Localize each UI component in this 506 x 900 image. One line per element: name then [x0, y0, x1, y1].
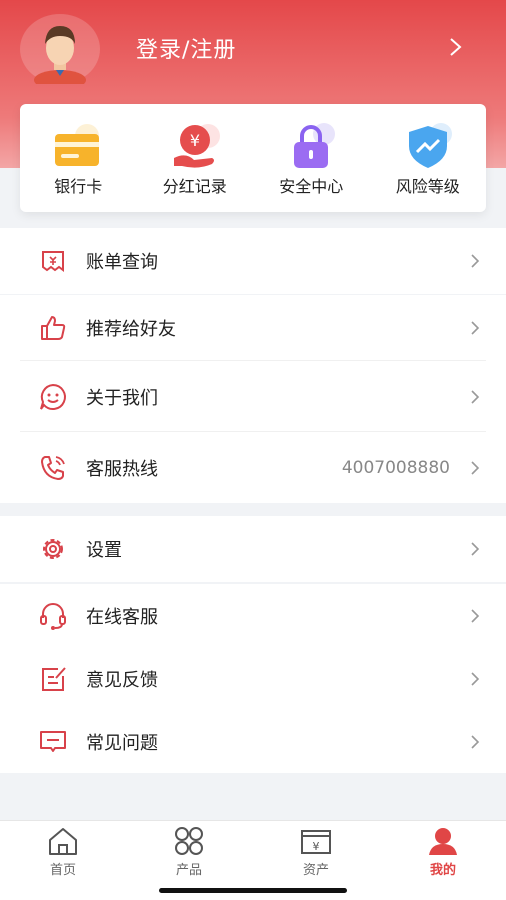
chevron-right-icon[interactable] — [445, 36, 465, 58]
menu-item-faq[interactable]: 常见问题 — [0, 710, 506, 773]
menu-item-bill-query[interactable]: 账单查询 — [0, 228, 506, 294]
menu-label: 常见问题 — [86, 732, 158, 754]
quick-label: 银行卡 — [54, 177, 103, 196]
menu-label: 账单查询 — [86, 252, 158, 273]
menu-label: 意见反馈 — [86, 669, 158, 691]
avatar-icon — [34, 26, 86, 90]
tab-profile[interactable]: 我的 — [380, 821, 506, 881]
faq-icon — [40, 730, 66, 752]
quick-item-risk-level[interactable]: 风险等级 — [370, 104, 487, 212]
chevron-right-icon — [471, 460, 480, 475]
chevron-right-icon — [471, 608, 480, 623]
menu-group-1b: 推荐给好友 关于我们 客服热线 4007008880 — [0, 295, 506, 503]
menu-label: 推荐给好友 — [86, 319, 176, 340]
tab-home[interactable]: 首页 — [0, 821, 126, 881]
quick-item-security[interactable]: 安全中心 — [253, 104, 370, 212]
chevron-right-icon — [471, 671, 480, 686]
quick-item-dividend[interactable]: ¥ 分红记录 — [137, 104, 254, 212]
menu-item-recommend[interactable]: 推荐给好友 — [0, 295, 506, 361]
menu-group-2b: 在线客服 意见反馈 常见问题 — [0, 584, 506, 773]
thumbs-up-icon — [41, 316, 66, 340]
quick-label: 安全中心 — [279, 177, 344, 196]
tab-label: 首页 — [49, 863, 76, 878]
assets-icon: ¥ — [301, 830, 331, 854]
home-indicator — [159, 888, 347, 893]
tab-label: 产品 — [175, 863, 202, 878]
phone-icon — [41, 455, 65, 480]
lock-icon — [294, 123, 336, 168]
chevron-right-icon — [471, 542, 480, 556]
menu-label: 客服热线 — [86, 458, 158, 480]
menu-label: 关于我们 — [86, 387, 158, 409]
svg-text:¥: ¥ — [190, 131, 200, 150]
avatar[interactable] — [20, 14, 100, 90]
feedback-icon — [42, 666, 66, 691]
quick-label: 风险等级 — [395, 177, 460, 196]
dividend-icon: ¥ — [173, 124, 220, 168]
menu-item-settings[interactable]: 设置 — [0, 516, 506, 582]
menu-group-2: 设置 — [0, 516, 506, 582]
chevron-right-icon — [471, 389, 480, 404]
menu-item-about-us[interactable]: 关于我们 — [0, 361, 506, 432]
chevron-right-icon — [471, 321, 480, 335]
shield-chart-icon — [408, 123, 452, 168]
smile-chat-icon — [40, 383, 66, 410]
quick-label: 分红记录 — [162, 177, 227, 196]
menu-group-1: 账单查询 — [0, 228, 506, 294]
tab-label: 我的 — [429, 863, 456, 878]
quick-item-bank-card[interactable]: 银行卡 — [20, 104, 137, 212]
products-icon — [175, 827, 203, 855]
headset-icon — [40, 602, 66, 630]
gear-icon — [43, 539, 63, 559]
menu-item-hotline[interactable]: 客服热线 4007008880 — [0, 432, 506, 503]
bill-icon — [42, 251, 64, 272]
login-register-link[interactable]: 登录/注册 — [136, 32, 236, 64]
chevron-right-icon — [471, 734, 480, 749]
menu-item-online-service[interactable]: 在线客服 — [0, 584, 506, 647]
bank-card-icon — [55, 124, 100, 166]
menu-label: 在线客服 — [86, 606, 158, 628]
tab-products[interactable]: 产品 — [126, 821, 252, 881]
tab-label: 资产 — [302, 863, 329, 878]
profile-icon — [429, 828, 457, 855]
quick-actions-card: 银行卡 ¥ 分红记录 安全中心 风险等级 — [20, 104, 486, 212]
hotline-number: 4007008880 — [341, 457, 450, 478]
menu-label: 设置 — [86, 540, 122, 561]
svg-text:¥: ¥ — [313, 840, 320, 853]
tab-assets[interactable]: ¥ 资产 — [253, 821, 379, 881]
menu-item-feedback[interactable]: 意见反馈 — [0, 647, 506, 710]
chevron-right-icon — [471, 254, 480, 268]
home-icon — [49, 828, 77, 855]
